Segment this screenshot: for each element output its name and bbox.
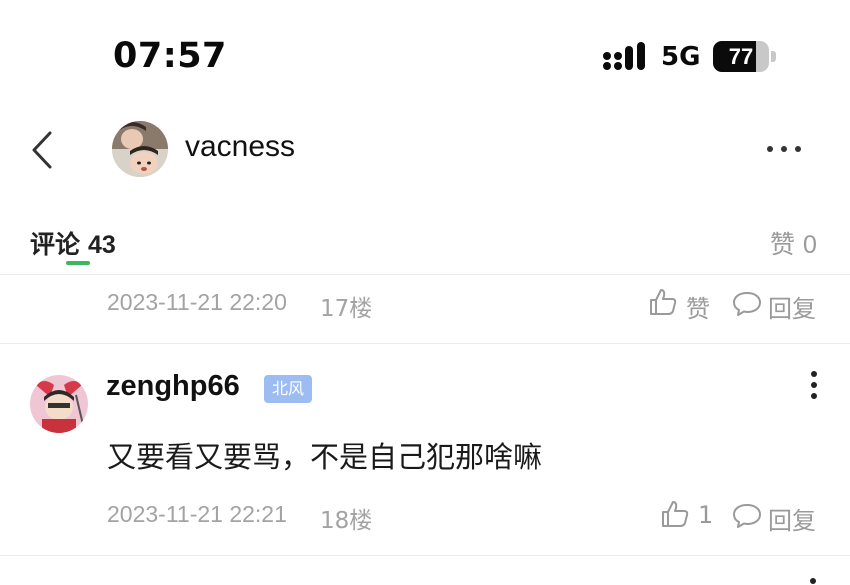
chevron-left-icon[interactable] bbox=[28, 130, 58, 170]
user-avatar[interactable] bbox=[112, 121, 168, 177]
like-count[interactable]: 1 bbox=[698, 501, 713, 529]
tab-comments[interactable]: 评论 43 bbox=[30, 225, 116, 261]
tab-comments-count: 43 bbox=[88, 231, 116, 259]
more-vertical-icon-partial bbox=[810, 578, 816, 584]
comment-text: 又要看又要骂，不是自己犯那啥嘛 bbox=[107, 440, 543, 474]
header-username[interactable]: vacness bbox=[185, 130, 295, 164]
signal-icon bbox=[603, 42, 645, 70]
battery-icon: 77 bbox=[713, 41, 777, 72]
like-button[interactable]: 赞 bbox=[686, 289, 710, 324]
more-horizontal-icon[interactable] bbox=[766, 140, 802, 158]
comment-floor: 17楼 bbox=[320, 296, 373, 322]
commenter-avatar[interactable] bbox=[30, 375, 88, 433]
reply-button[interactable]: 回复 bbox=[768, 501, 816, 536]
thumbs-up-icon[interactable] bbox=[648, 287, 678, 317]
divider bbox=[0, 555, 850, 556]
more-vertical-icon[interactable] bbox=[808, 370, 820, 400]
comment-date: 2023-11-21 22:21 bbox=[107, 501, 287, 527]
active-tab-indicator bbox=[66, 261, 90, 265]
divider bbox=[0, 343, 850, 344]
comment-date: 2023-11-21 22:20 bbox=[107, 289, 287, 315]
commenter-username[interactable]: zenghp66 bbox=[106, 370, 240, 403]
reply-icon[interactable] bbox=[732, 502, 762, 530]
comment-floor: 18楼 bbox=[320, 508, 373, 534]
reply-button[interactable]: 回复 bbox=[768, 289, 816, 324]
tab-likes-count: 0 bbox=[803, 231, 817, 259]
network-type: 5G bbox=[661, 42, 701, 72]
status-time: 07:57 bbox=[113, 36, 227, 76]
battery-level: 77 bbox=[728, 44, 754, 69]
user-badge: 北风 bbox=[264, 375, 313, 403]
tab-comments-label: 评论 bbox=[30, 230, 81, 259]
tab-likes-label: 赞 bbox=[770, 230, 796, 259]
thumbs-up-icon[interactable] bbox=[660, 499, 690, 529]
tab-likes[interactable]: 赞0 bbox=[770, 225, 817, 261]
reply-icon[interactable] bbox=[732, 290, 762, 318]
divider bbox=[0, 274, 850, 275]
